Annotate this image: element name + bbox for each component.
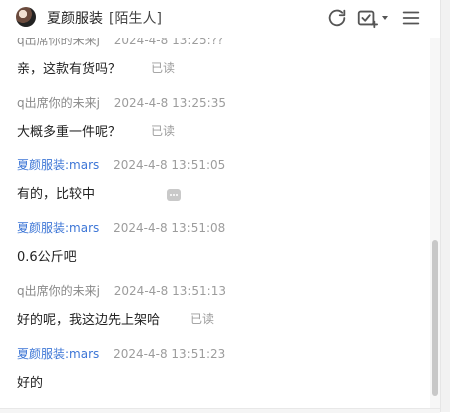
message-time: 2024-4-8 13:25:35 <box>113 96 226 110</box>
message-sender: 夏颜服装:mars <box>17 221 100 235</box>
message-sender: q出席你的未来j <box>17 38 100 47</box>
message-sender: q出席你的未来j <box>17 284 100 298</box>
message-item: 夏颜服装:mars 2024-4-8 13:51:05 有的，比较中 <box>17 156 417 202</box>
menu-icon[interactable] <box>400 7 422 29</box>
message-body: 有的，比较中 <box>17 183 417 202</box>
message-body: 好的 <box>17 372 417 391</box>
scrollbar-thumb[interactable] <box>432 240 438 396</box>
message-body: 大概多重一件呢？ 已读 <box>17 121 417 140</box>
message-meta: 夏颜服装:mars 2024-4-8 13:51:08 <box>17 219 417 236</box>
message-sender: q出席你的未来j <box>17 96 100 110</box>
refresh-icon[interactable] <box>326 7 348 29</box>
contact-title: 夏颜服装 [陌生人] <box>47 8 162 28</box>
read-status: 已读 <box>190 312 215 326</box>
message-list[interactable]: q出席你的未来j 2024-4-8 13:25:?? 亲，这款有货吗？ 已读 q… <box>0 38 430 408</box>
message-text: 大概多重一件呢？ <box>17 125 122 140</box>
message-time: 2024-4-8 13:51:13 <box>113 284 226 298</box>
message-time: 2024-4-8 13:25:?? <box>113 38 224 47</box>
read-status: 已读 <box>151 61 176 75</box>
side-panel-edge <box>440 0 450 412</box>
message-time: 2024-4-8 13:51:05 <box>113 158 226 172</box>
message-item: q出席你的未来j 2024-4-8 13:51:13 好的呢，我这边先上架哈 已… <box>17 282 417 328</box>
message-body: 0.6公斤吧 <box>17 246 417 265</box>
message-text: 有的，比较中 <box>17 187 96 202</box>
message-meta: q出席你的未来j 2024-4-8 13:25:?? <box>17 38 417 48</box>
more-options-icon[interactable] <box>167 188 182 201</box>
chevron-down-icon[interactable] <box>382 16 388 20</box>
message-time: 2024-4-8 13:51:23 <box>113 347 226 361</box>
input-area-edge <box>0 408 440 413</box>
message-sender: 夏颜服装:mars <box>17 158 100 172</box>
contact-tag: [陌生人] <box>109 11 162 27</box>
message-meta: 夏颜服装:mars 2024-4-8 13:51:23 <box>17 345 417 362</box>
message-text: 好的 <box>17 376 44 391</box>
read-status: 已读 <box>151 124 176 138</box>
message-meta: 夏颜服装:mars 2024-4-8 13:51:05 <box>17 156 417 173</box>
message-sender: 夏颜服装:mars <box>17 347 100 361</box>
message-item: q出席你的未来j 2024-4-8 13:25:?? 亲，这款有货吗？ 已读 <box>17 38 417 77</box>
message-body: 亲，这款有货吗？ 已读 <box>17 58 417 77</box>
message-body: 好的呢，我这边先上架哈 已读 <box>17 309 417 328</box>
avatar[interactable] <box>16 7 36 27</box>
message-time: 2024-4-8 13:51:08 <box>113 221 226 235</box>
message-meta: q出席你的未来j 2024-4-8 13:51:13 <box>17 282 417 299</box>
message-meta: q出席你的未来j 2024-4-8 13:25:35 <box>17 94 417 111</box>
message-item: 夏颜服装:mars 2024-4-8 13:51:08 0.6公斤吧 <box>17 219 417 265</box>
contact-name: 夏颜服装 <box>47 11 103 27</box>
message-text: 亲，这款有货吗？ <box>17 62 122 77</box>
message-item: 夏颜服装:mars 2024-4-8 13:51:23 好的 <box>17 345 417 391</box>
message-text: 好的呢，我这边先上架哈 <box>17 313 161 328</box>
checklist-add-icon[interactable] <box>356 7 378 29</box>
message-item: q出席你的未来j 2024-4-8 13:25:35 大概多重一件呢？ 已读 <box>17 94 417 140</box>
message-text: 0.6公斤吧 <box>17 250 77 265</box>
chat-header: 夏颜服装 [陌生人] <box>0 0 440 38</box>
